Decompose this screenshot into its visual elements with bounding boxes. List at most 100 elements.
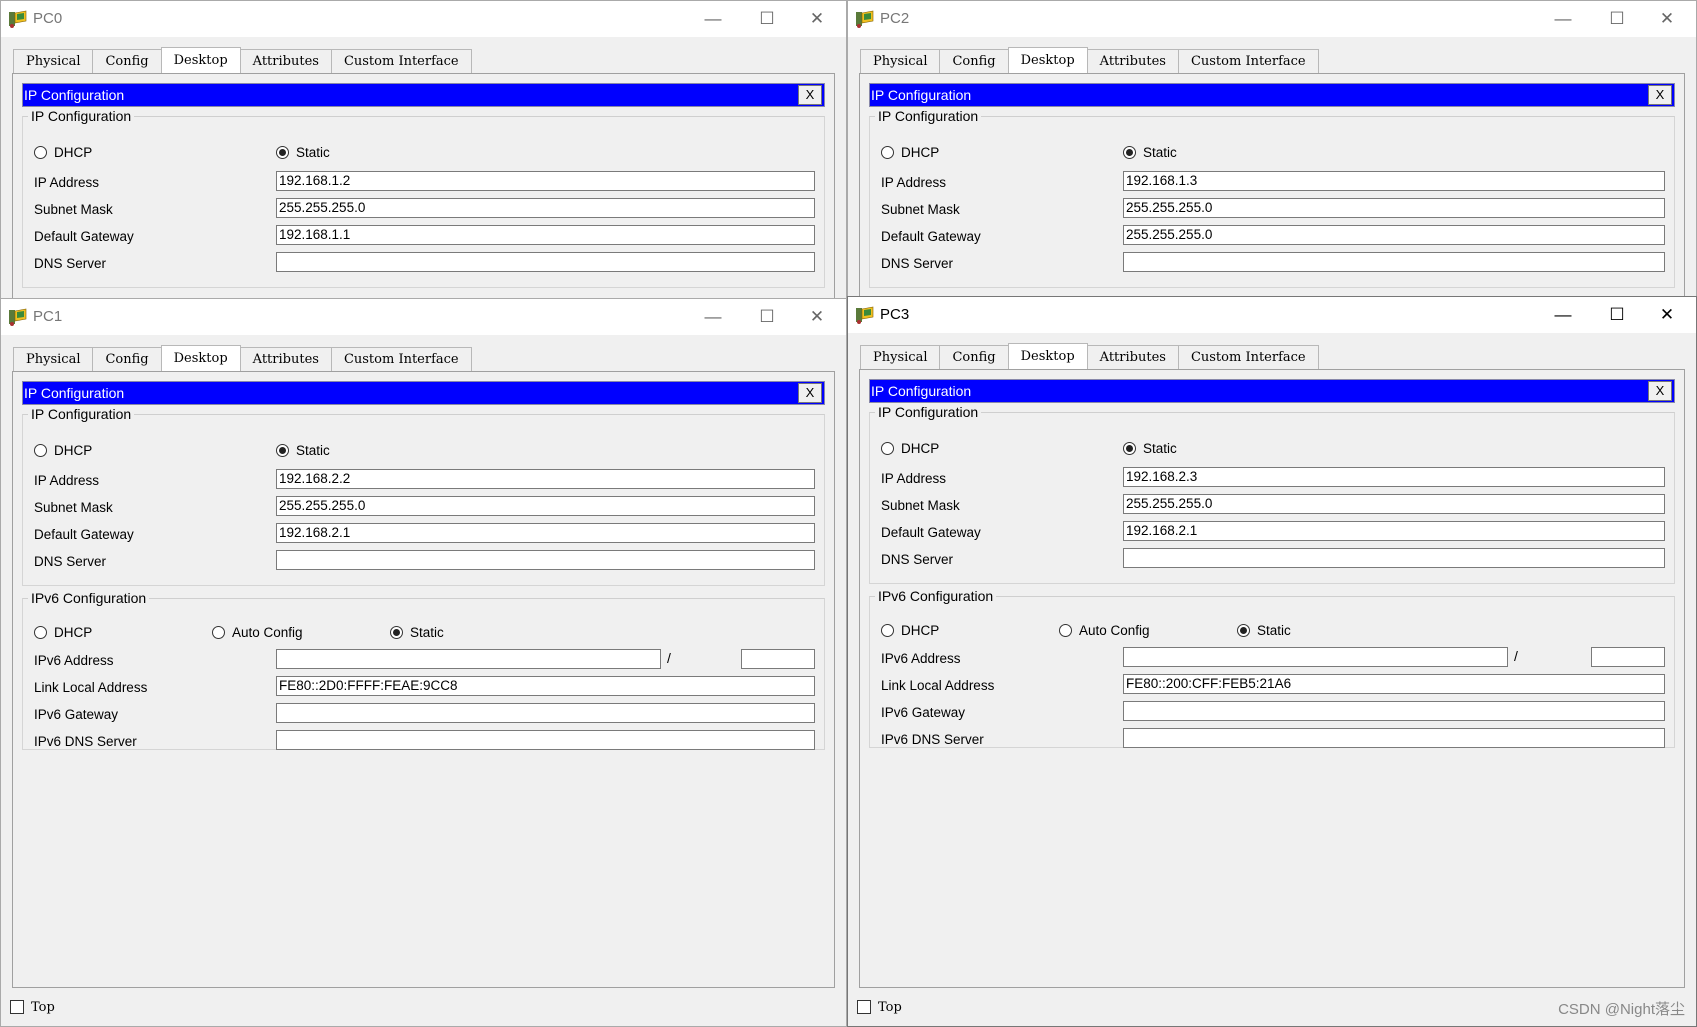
tab-config[interactable]: Config: [92, 347, 162, 371]
tab-attributes[interactable]: Attributes: [1086, 345, 1179, 369]
tab-physical[interactable]: Physical: [13, 347, 94, 371]
ipv6-auto-config-radio[interactable]: Auto Config: [212, 625, 303, 640]
ip-address-field[interactable]: 192.168.2.2: [276, 469, 815, 489]
ip-config-close-button[interactable]: X: [1648, 85, 1672, 105]
ipv6-address-field[interactable]: [276, 649, 661, 669]
ipv6-prefix-field[interactable]: [1591, 647, 1665, 667]
desktop-panel: IP Configuration X IP Configuration DHCP Sta…: [859, 73, 1685, 299]
ipv6-gateway-field[interactable]: [1123, 701, 1665, 721]
tab-attributes[interactable]: Attributes: [239, 347, 332, 371]
minimize-button[interactable]: —: [684, 1, 742, 37]
default-gateway-field[interactable]: 192.168.1.1: [276, 225, 815, 245]
radio-circle[interactable]: [390, 626, 403, 639]
dhcp-radio[interactable]: DHCP: [34, 443, 92, 458]
tab-attributes[interactable]: Attributes: [239, 49, 332, 73]
ipv6-prefix-field[interactable]: [741, 649, 815, 669]
ipv6-dhcp-radio[interactable]: DHCP: [881, 623, 939, 638]
static-radio[interactable]: Static: [1123, 145, 1177, 160]
close-button[interactable]: ✕: [788, 1, 846, 37]
ip-config-title: IP Configuration: [871, 383, 972, 399]
dhcp-radio[interactable]: DHCP: [881, 441, 939, 456]
close-button[interactable]: ✕: [788, 299, 846, 335]
close-button[interactable]: ✕: [1638, 297, 1696, 333]
tab-custom-interface[interactable]: Custom Interface: [1177, 49, 1319, 73]
link-local-address-field[interactable]: FE80::200:CFF:FEB5:21A6: [1123, 674, 1665, 694]
ip-address-field[interactable]: 192.168.1.2: [276, 171, 815, 191]
window-pc1: PC1— ☐ ✕ Physical Config Desktop Attributes Cus…: [0, 298, 847, 1027]
default-gateway-field[interactable]: 192.168.2.1: [1123, 521, 1665, 541]
tab-config[interactable]: Config: [939, 345, 1009, 369]
ipv6-dhcp-radio[interactable]: DHCP: [34, 625, 92, 640]
radio-circle[interactable]: [881, 624, 894, 637]
tab-desktop[interactable]: Desktop: [160, 345, 241, 371]
ipv6-auto-config-radio[interactable]: Auto Config: [1059, 623, 1150, 638]
dhcp-radio[interactable]: DHCP: [881, 145, 939, 160]
minimize-button[interactable]: —: [1534, 297, 1592, 333]
ipv6-dns-server-label: IPv6 DNS Server: [34, 734, 137, 749]
ip-config-close-button[interactable]: X: [798, 85, 822, 105]
default-gateway-field[interactable]: 192.168.2.1: [276, 523, 815, 543]
ip-config-close-button[interactable]: X: [1648, 381, 1672, 401]
ipv6-dns-server-field[interactable]: [276, 730, 815, 750]
close-button[interactable]: ✕: [1638, 1, 1696, 37]
minimize-button[interactable]: —: [1534, 1, 1592, 37]
tab-custom-interface[interactable]: Custom Interface: [330, 347, 472, 371]
tab-desktop[interactable]: Desktop: [160, 47, 241, 73]
ip-config-header: IP Configuration X: [22, 381, 825, 405]
ip-config-close-button[interactable]: X: [798, 383, 822, 403]
link-local-address-field[interactable]: FE80::2D0:FFFF:FEAE:9CC8: [276, 676, 815, 696]
radio-circle[interactable]: [276, 146, 289, 159]
title-bar[interactable]: PC2— ☐ ✕: [848, 1, 1696, 37]
radio-circle[interactable]: [34, 146, 47, 159]
ip-address-field[interactable]: 192.168.2.3: [1123, 467, 1665, 487]
dns-server-field[interactable]: [1123, 548, 1665, 568]
tab-desktop[interactable]: Desktop: [1007, 343, 1088, 369]
subnet-mask-field[interactable]: 255.255.255.0: [1123, 494, 1665, 514]
tab-physical[interactable]: Physical: [860, 49, 941, 73]
ipv6-address-field[interactable]: [1123, 647, 1508, 667]
ipv6-static-radio[interactable]: Static: [390, 625, 444, 640]
tab-desktop[interactable]: Desktop: [1007, 47, 1088, 73]
tab-custom-interface[interactable]: Custom Interface: [1177, 345, 1319, 369]
ip-address-field[interactable]: 192.168.1.3: [1123, 171, 1665, 191]
ipv6-dns-server-field[interactable]: [1123, 728, 1665, 748]
radio-circle[interactable]: [276, 444, 289, 457]
radio-circle[interactable]: [1123, 442, 1136, 455]
subnet-mask-field[interactable]: 255.255.255.0: [1123, 198, 1665, 218]
dns-server-field[interactable]: [276, 550, 815, 570]
radio-circle[interactable]: [1059, 624, 1072, 637]
top-checkbox[interactable]: [10, 1000, 24, 1014]
tab-physical[interactable]: Physical: [860, 345, 941, 369]
subnet-mask-field[interactable]: 255.255.255.0: [276, 198, 815, 218]
radio-circle[interactable]: [881, 442, 894, 455]
ipv6-static-radio[interactable]: Static: [1237, 623, 1291, 638]
title-bar[interactable]: PC3— ☐ ✕: [848, 297, 1696, 333]
tab-config[interactable]: Config: [92, 49, 162, 73]
radio-circle[interactable]: [1123, 146, 1136, 159]
radio-circle[interactable]: [34, 626, 47, 639]
tab-physical[interactable]: Physical: [13, 49, 94, 73]
tab-config[interactable]: Config: [939, 49, 1009, 73]
static-radio[interactable]: Static: [1123, 441, 1177, 456]
static-radio[interactable]: Static: [276, 443, 330, 458]
minimize-button[interactable]: —: [684, 299, 742, 335]
title-bar[interactable]: PC1— ☐ ✕: [1, 299, 846, 335]
default-gateway-field[interactable]: 255.255.255.0: [1123, 225, 1665, 245]
dns-server-field[interactable]: [1123, 252, 1665, 272]
ipv6-auto-config-radio-label: Auto Config: [232, 625, 303, 640]
top-checkbox[interactable]: [857, 1000, 871, 1014]
radio-circle[interactable]: [1237, 624, 1250, 637]
static-radio[interactable]: Static: [276, 145, 330, 160]
subnet-mask-field[interactable]: 255.255.255.0: [276, 496, 815, 516]
subnet-mask-label: Subnet Mask: [34, 500, 113, 515]
radio-circle[interactable]: [881, 146, 894, 159]
tab-custom-interface[interactable]: Custom Interface: [330, 49, 472, 73]
watermark: CSDN @Night落尘: [1558, 1001, 1685, 1018]
tab-attributes[interactable]: Attributes: [1086, 49, 1179, 73]
dhcp-radio[interactable]: DHCP: [34, 145, 92, 160]
ipv6-gateway-field[interactable]: [276, 703, 815, 723]
radio-circle[interactable]: [212, 626, 225, 639]
radio-circle[interactable]: [34, 444, 47, 457]
title-bar[interactable]: PC0— ☐ ✕: [1, 1, 846, 37]
dns-server-field[interactable]: [276, 252, 815, 272]
